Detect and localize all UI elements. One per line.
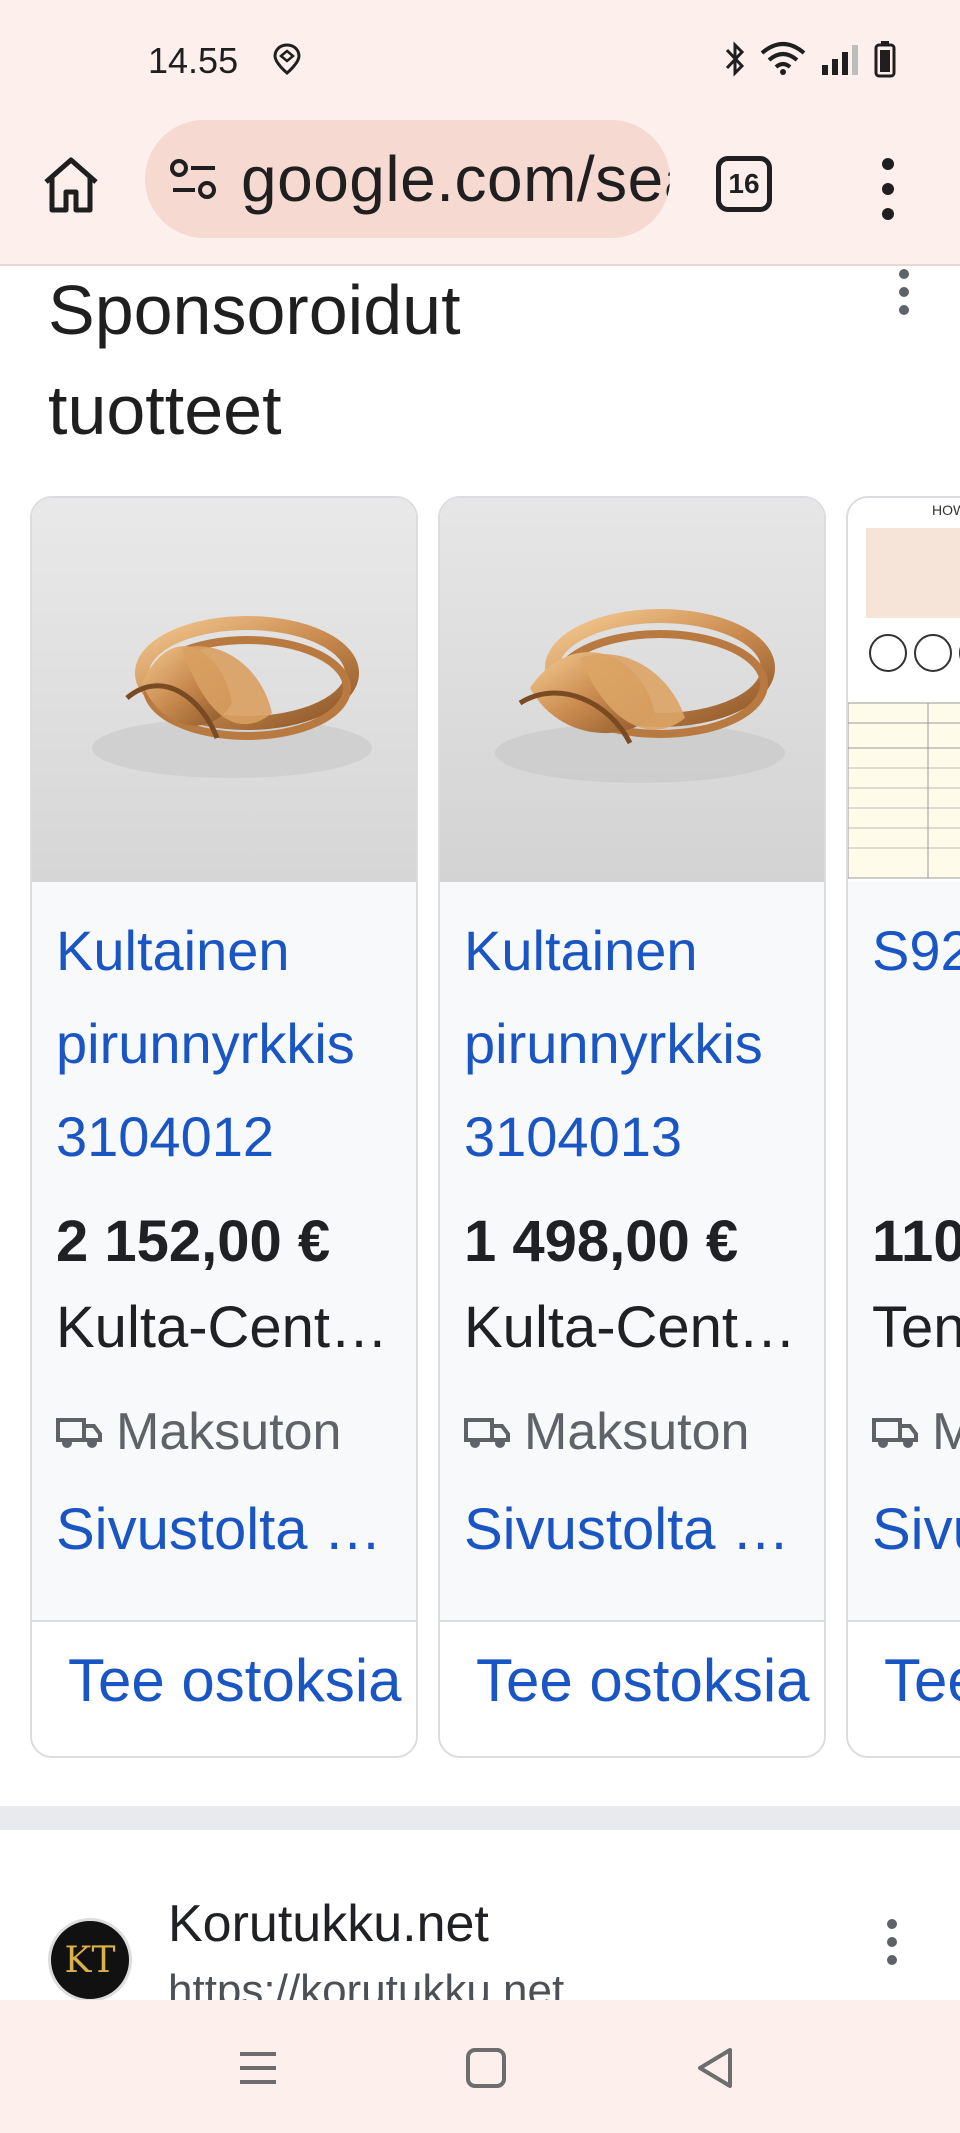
product-site-link[interactable]: Sivustolta … [464,1496,804,1563]
product-carousel: Kultainen pirunnyrkkis 3104012 2 152,00 … [30,496,960,1758]
product-card[interactable]: Kultainen pirunnyrkkis 3104013 1 498,00 … [438,496,826,1758]
browser-toolbar: google.com/search 16 [0,118,960,266]
product-card[interactable]: HOW S92 hop sor 110 Ten M Sivu Tee [846,496,960,1758]
result-more-icon[interactable] [872,1914,912,1974]
section-divider [0,1806,960,1830]
card-footer: Tee ostoksia [32,1620,416,1756]
shipping-label: M [932,1402,960,1462]
result-url[interactable]: https://korutukku.net [168,1966,564,2000]
back-icon[interactable] [688,2040,744,2096]
home-icon[interactable] [38,152,104,218]
product-details: S92 hop sor 110 Ten M Sivu [848,882,960,1620]
product-image[interactable] [32,498,416,882]
delivery-truck-icon [872,1418,918,1448]
product-price: 1 498,00 € [464,1209,739,1274]
delivery-truck-icon [56,1418,102,1448]
product-site-link[interactable]: Sivustolta … [56,1496,396,1563]
shipping-label: Maksuton [524,1403,750,1461]
site-logo[interactable]: KT [48,1918,132,2000]
product-price: 110 [872,1209,960,1274]
section-more-icon[interactable] [884,266,924,326]
battery-icon [874,41,896,78]
product-details: Kultainen pirunnyrkkis 3104012 2 152,00 … [32,882,416,1620]
product-store: Ten [872,1295,960,1360]
wifi-icon [760,42,806,75]
status-time: 14.55 [148,40,239,81]
product-price: 2 152,00 € [56,1209,331,1274]
tab-count: 16 [728,168,760,199]
image-header-text: HOW [932,502,960,518]
product-site-link[interactable]: Sivu [872,1496,960,1563]
product-details: Kultainen pirunnyrkkis 3104013 1 498,00 … [440,882,824,1620]
more-options-icon[interactable] [868,154,908,224]
home-nav-icon[interactable] [458,2040,514,2096]
card-footer: Tee ostoksia [440,1620,824,1756]
tab-switcher-button[interactable]: 16 [716,156,772,212]
location-icon [273,43,301,75]
product-title[interactable]: Kultainen pirunnyrkkis 3104012 [56,904,396,1183]
signal-icon [822,45,858,75]
address-bar[interactable]: google.com/search [145,120,670,238]
recents-icon[interactable] [230,2040,286,2096]
shipping-label: Maksuton [116,1403,342,1461]
shipping-info: Maksuton [464,1402,749,1462]
result-site-name[interactable]: Korutukku.net [168,1894,489,1954]
site-settings-icon[interactable] [169,158,219,202]
product-store: Kulta-Cent… [56,1295,389,1360]
shop-button[interactable]: Tee ostoksia [68,1646,402,1715]
section-title: Sponsoroidut tuotteet [48,271,461,449]
url-text[interactable]: google.com/search [241,142,670,216]
shipping-info: Maksuton [56,1402,341,1462]
page-content: Sponsoroidut tuotteet Kultainen pirunnyr… [0,266,960,2000]
shop-button[interactable]: Tee ostoksia [476,1646,810,1715]
product-card[interactable]: Kultainen pirunnyrkkis 3104012 2 152,00 … [30,496,418,1758]
card-footer: Tee [848,1620,960,1756]
bluetooth-icon [725,41,745,77]
product-store: Kulta-Cent… [464,1295,797,1360]
delivery-truck-icon [464,1418,510,1448]
product-image[interactable] [440,498,824,882]
status-bar: 14.55 [0,0,960,118]
product-title[interactable]: Kultainen pirunnyrkkis 3104013 [464,904,804,1183]
product-title[interactable]: S92 hop sor [872,904,960,997]
system-navigation-bar [0,2000,960,2133]
product-image[interactable]: HOW [848,498,960,882]
site-logo-text: KT [64,1939,116,1981]
shop-button[interactable]: Tee [884,1646,960,1715]
shipping-info: M [872,1402,960,1462]
